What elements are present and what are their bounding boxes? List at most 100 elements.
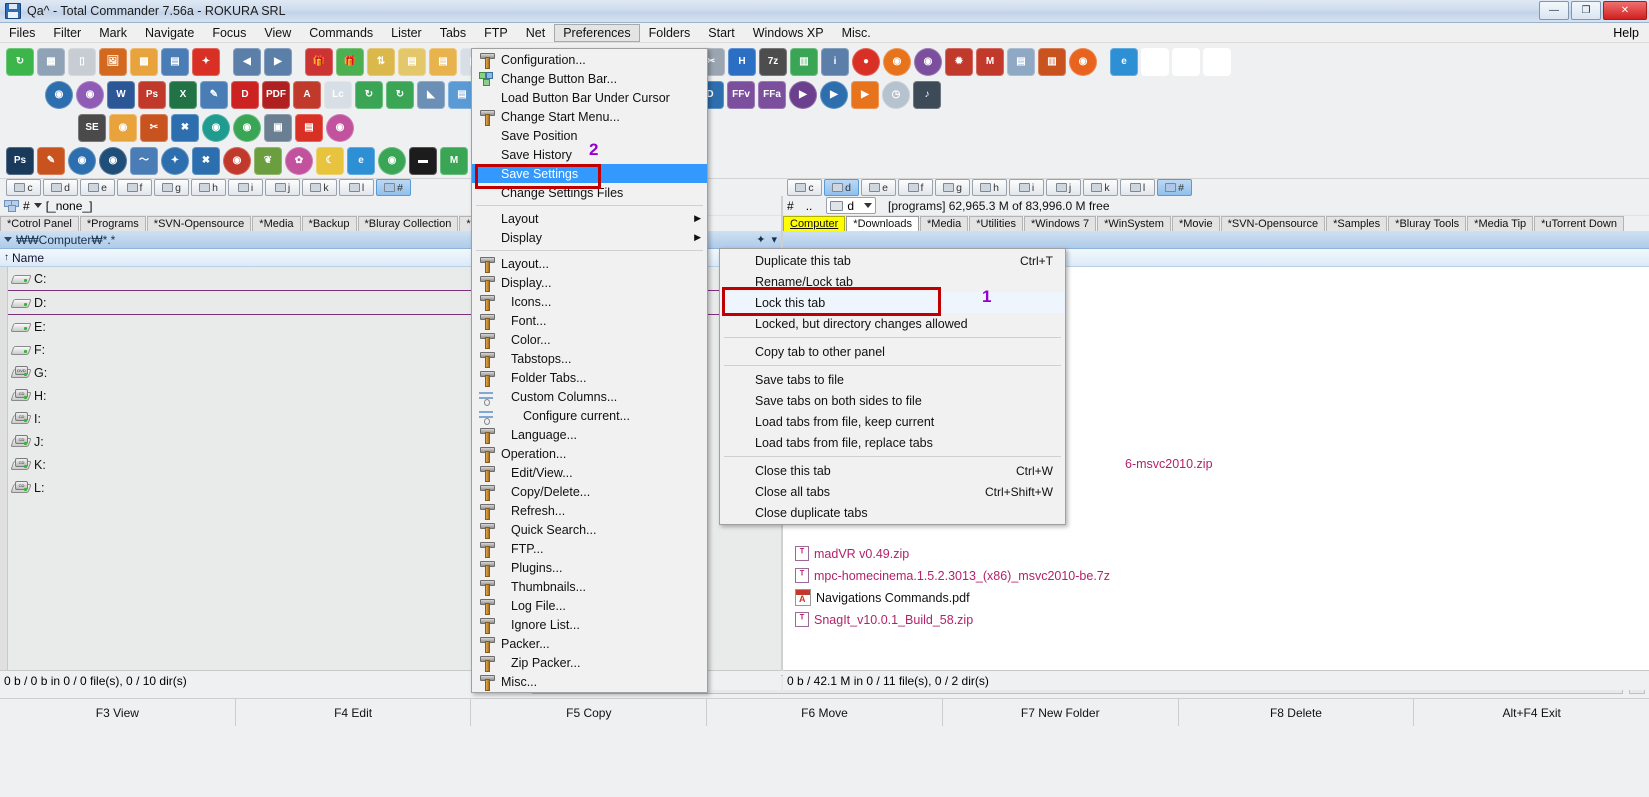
- drive-button-e[interactable]: e: [80, 179, 115, 196]
- pref-menu-misc[interactable]: Misc...: [472, 672, 707, 691]
- minimize-button[interactable]: —: [1539, 1, 1569, 20]
- drive-button-g[interactable]: g: [935, 179, 970, 196]
- ffa-icon[interactable]: FFa: [758, 80, 786, 109]
- xab-icon[interactable]: x.ab y.cd: [1172, 47, 1200, 76]
- folder-icon[interactable]: ▤: [429, 47, 457, 76]
- menu-tabs[interactable]: Tabs: [431, 24, 475, 42]
- apps-icon[interactable]: ▩: [130, 47, 158, 76]
- gift-red-icon[interactable]: 🎁: [305, 47, 333, 76]
- chevron-down-icon[interactable]: [864, 203, 873, 208]
- notes-icon[interactable]: ▤: [398, 47, 426, 76]
- info-icon[interactable]: i: [821, 47, 849, 76]
- folder-tab--samples[interactable]: *Samples: [1326, 216, 1388, 231]
- m-green-icon[interactable]: M: [440, 146, 468, 175]
- purple-globe-icon[interactable]: ◉: [76, 80, 104, 109]
- drive-button-f[interactable]: f: [117, 179, 152, 196]
- drive-button-j[interactable]: j: [265, 179, 300, 196]
- g-green-icon[interactable]: ◉: [378, 146, 406, 175]
- left-scrollbar[interactable]: [0, 267, 8, 670]
- network-drive-button[interactable]: #: [376, 179, 411, 196]
- ffv-icon[interactable]: FFv: [727, 80, 755, 109]
- photoshop-icon[interactable]: Ps: [6, 146, 34, 175]
- grid-icon[interactable]: ▦: [37, 47, 65, 76]
- drive-button-h[interactable]: h: [191, 179, 226, 196]
- clock-icon[interactable]: ◷: [882, 80, 910, 109]
- folder-tab--media[interactable]: *Media: [920, 216, 969, 231]
- folder-tab--backup[interactable]: *Backup: [301, 216, 357, 231]
- sync2-icon[interactable]: ↻: [386, 80, 414, 109]
- drive-button-d[interactable]: d: [824, 179, 859, 196]
- edit-icon[interactable]: ✎: [200, 80, 228, 109]
- pref-menu-quick-search[interactable]: Quick Search...: [472, 520, 707, 539]
- pdf2-icon[interactable]: D: [231, 80, 259, 109]
- menu-windows-xp[interactable]: Windows XP: [744, 24, 833, 42]
- ie-icon[interactable]: e: [1110, 47, 1138, 76]
- excel-icon[interactable]: X: [169, 80, 197, 109]
- left-header-star-icon[interactable]: ✦: [756, 233, 765, 246]
- blue-grid-icon[interactable]: ▤: [161, 47, 189, 76]
- star-red-icon[interactable]: ✦: [192, 47, 220, 76]
- orange-circle-icon[interactable]: ◉: [883, 47, 911, 76]
- pref-menu-layout[interactable]: Layout...: [472, 254, 707, 273]
- function-key-f6[interactable]: F6 Move: [707, 699, 943, 726]
- drive-button-e[interactable]: e: [861, 179, 896, 196]
- pdf-icon[interactable]: PDF: [262, 80, 290, 109]
- bug-icon[interactable]: ✹: [945, 47, 973, 76]
- tab-menu-copy-tab-to-other-panel[interactable]: Copy tab to other panel: [720, 341, 1065, 362]
- refresh-icon[interactable]: ↻: [6, 47, 34, 76]
- cone-icon[interactable]: ◣: [417, 80, 445, 109]
- circle-pink-icon[interactable]: ◉: [326, 113, 354, 142]
- left-header-dropdown-icon[interactable]: [4, 237, 12, 242]
- pref-menu-display[interactable]: Display ▶: [472, 228, 707, 247]
- firefox-icon[interactable]: ◉: [1069, 47, 1097, 76]
- drive-button-k[interactable]: k: [1083, 179, 1118, 196]
- pref-menu-display[interactable]: Display...: [472, 273, 707, 292]
- function-key-f7[interactable]: F7 New Folder: [943, 699, 1179, 726]
- tab-menu-close-this-tab[interactable]: Close this tab Ctrl+W: [720, 460, 1065, 481]
- chart-icon[interactable]: ▥: [1038, 47, 1066, 76]
- tab-menu-close-duplicate-tabs[interactable]: Close duplicate tabs: [720, 502, 1065, 523]
- pref-menu-thumbnails[interactable]: Thumbnails...: [472, 577, 707, 596]
- menu-start[interactable]: Start: [699, 24, 743, 42]
- tab-menu-locked-but-directory-changes-allowed[interactable]: Locked, but directory changes allowed: [720, 313, 1065, 334]
- function-key-f4[interactable]: F4 Edit: [236, 699, 472, 726]
- folder-tab--programs[interactable]: *Programs: [79, 216, 146, 231]
- tab-menu-duplicate-this-tab[interactable]: Duplicate this tab Ctrl+T: [720, 250, 1065, 271]
- network-drive-button[interactable]: #: [1157, 179, 1192, 196]
- x-blue-icon[interactable]: ✖: [171, 113, 199, 142]
- drive-button-c[interactable]: c: [787, 179, 822, 196]
- tab-menu-lock-this-tab[interactable]: Lock this tab: [720, 292, 1065, 313]
- function-key-f8[interactable]: F8 Delete: [1179, 699, 1415, 726]
- globe2-icon[interactable]: ◉: [45, 80, 73, 109]
- menu-filter[interactable]: Filter: [44, 24, 90, 42]
- left-path-dropdown-icon[interactable]: [33, 203, 42, 208]
- red-circle-icon[interactable]: ●: [852, 47, 880, 76]
- function-key-alt-f4[interactable]: Alt+F4 Exit: [1414, 699, 1649, 726]
- green-bars-icon[interactable]: ▥: [790, 47, 818, 76]
- left-header-chevron-icon[interactable]: ▾: [771, 233, 777, 246]
- menu-preferences[interactable]: Preferences: [554, 23, 640, 42]
- sort-icon[interactable]: ⇅: [367, 47, 395, 76]
- menu-lister[interactable]: Lister: [382, 24, 431, 42]
- cam-icon[interactable]: ▣: [264, 113, 292, 142]
- abcd-icon[interactable]: ab.x cd.y: [1141, 47, 1169, 76]
- xab2-icon[interactable]: x.ab y.cd: [1203, 47, 1231, 76]
- pref-menu-save-settings[interactable]: Save Settings: [472, 164, 707, 183]
- pref-menu-icons[interactable]: Icons...: [472, 292, 707, 311]
- wave-icon[interactable]: 〜: [130, 146, 158, 175]
- folder-tab--winsystem[interactable]: *WinSystem: [1097, 216, 1171, 231]
- 7z-icon[interactable]: 7z: [759, 47, 787, 76]
- folder-tab--bluray-tools[interactable]: *Bluray Tools: [1388, 216, 1467, 231]
- folder-tab--utilities[interactable]: *Utilities: [969, 216, 1023, 231]
- gift-green-icon[interactable]: 🎁: [336, 47, 364, 76]
- pref-menu-edit-view[interactable]: Edit/View...: [472, 463, 707, 482]
- pref-menu-folder-tabs[interactable]: Folder Tabs...: [472, 368, 707, 387]
- drive-button-l[interactable]: l: [339, 179, 374, 196]
- flame-icon[interactable]: ◉: [109, 113, 137, 142]
- tab-menu-load-tabs-from-file-keep-current[interactable]: Load tabs from file, keep current: [720, 411, 1065, 432]
- moon-icon[interactable]: ☾: [316, 146, 344, 175]
- table-row[interactable]: 6-msvc2010.zip: [1113, 452, 1213, 475]
- folder-tab-computer[interactable]: Computer: [783, 216, 846, 231]
- music-icon[interactable]: ♪: [913, 80, 941, 109]
- pref-menu-tabstops[interactable]: Tabstops...: [472, 349, 707, 368]
